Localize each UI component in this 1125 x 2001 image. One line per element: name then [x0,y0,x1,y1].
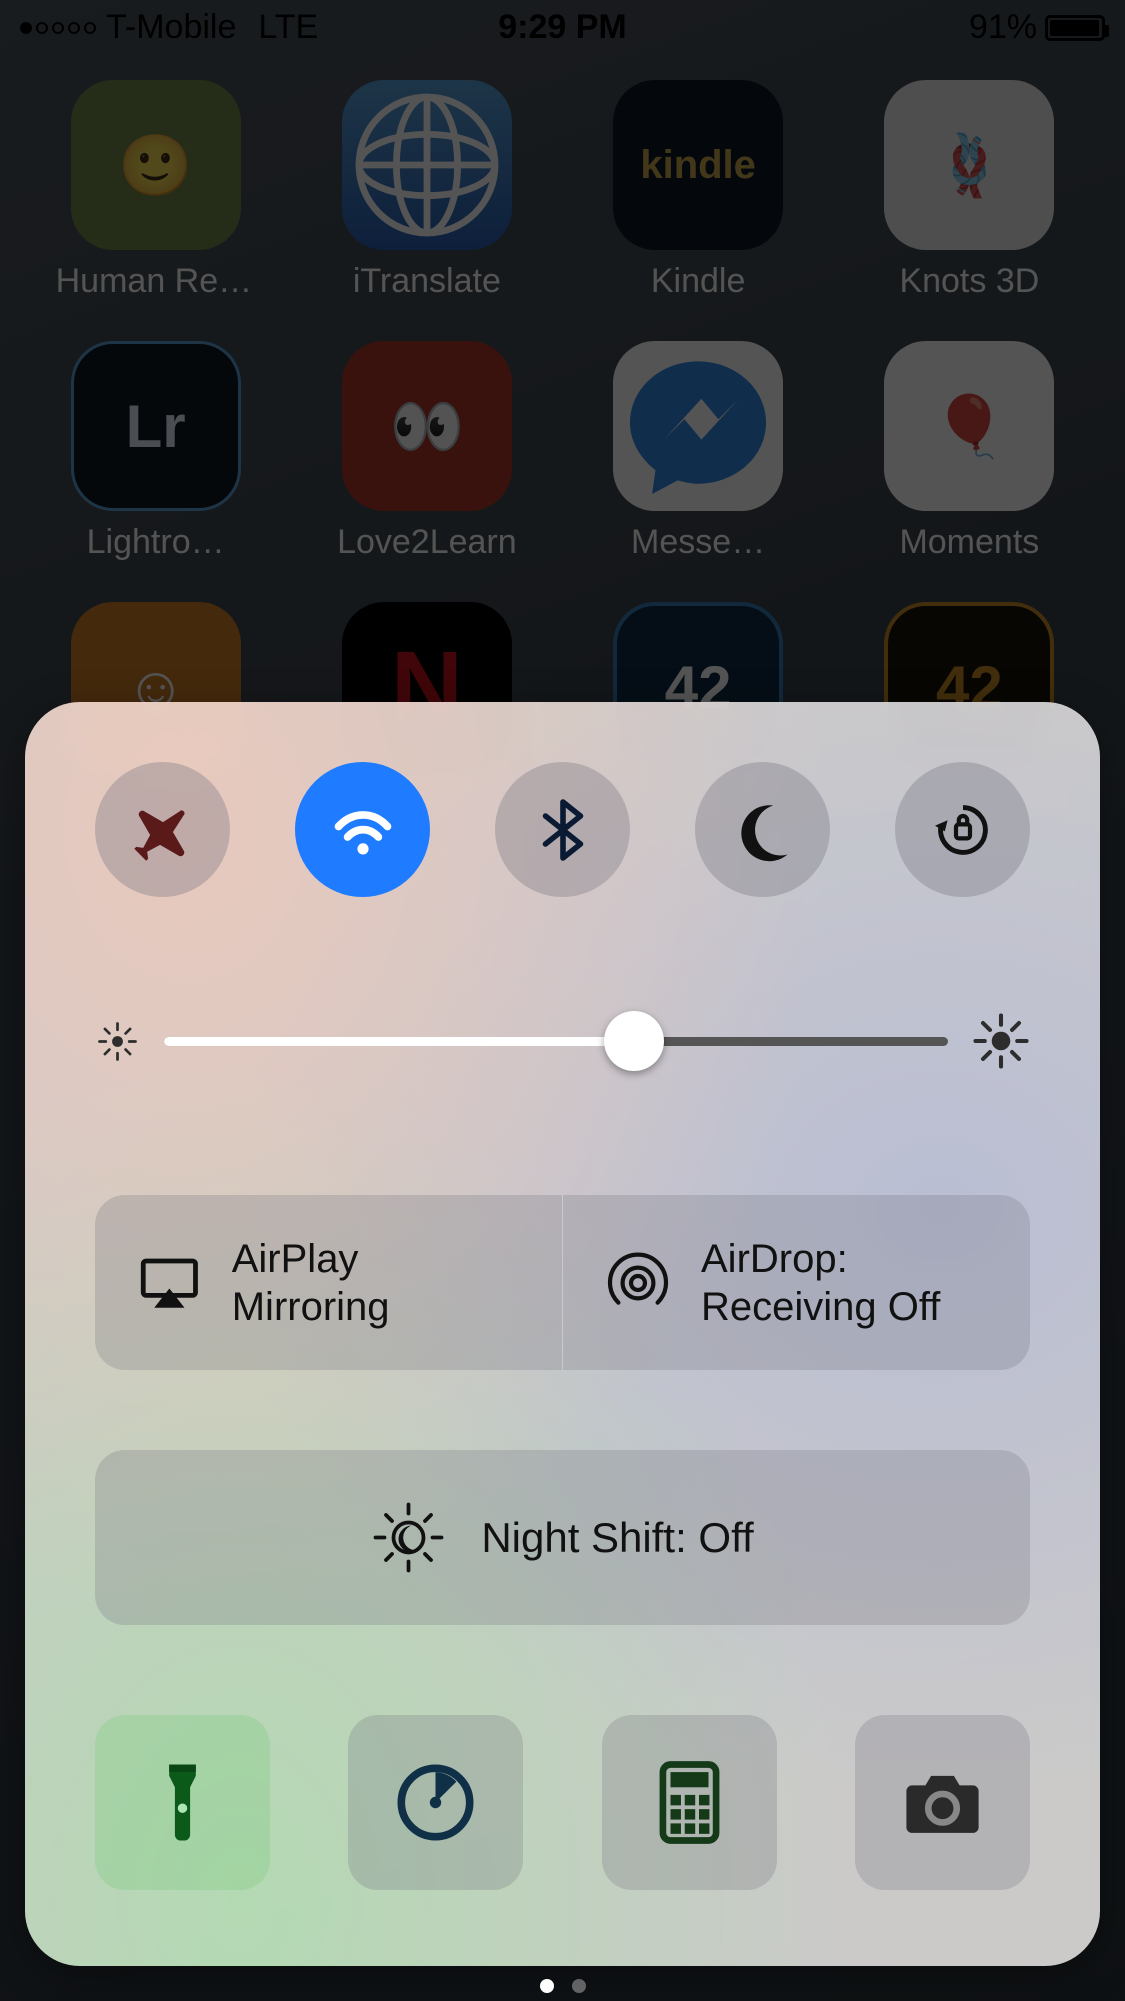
timer-shortcut[interactable] [348,1715,523,1890]
airplane-icon [128,795,198,865]
control-center-panel: AirPlay Mirroring AirDrop: Receiving Off [25,702,1100,1966]
bluetooth-icon [528,795,598,865]
airplay-mirroring-button[interactable]: AirPlay Mirroring [95,1195,562,1370]
rotation-lock-icon [928,795,998,865]
brightness-track[interactable] [164,1037,948,1046]
moon-icon [728,795,798,865]
camera-shortcut[interactable] [855,1715,1030,1890]
shortcut-row [95,1715,1030,1890]
airplane-mode-toggle[interactable] [95,762,230,897]
page-dot-active [540,1979,554,1993]
brightness-thumb[interactable] [604,1011,664,1071]
airdrop-icon [603,1248,673,1318]
orientation-lock-toggle[interactable] [895,762,1030,897]
calc-icon [642,1755,737,1850]
night-shift-label: Night Shift: Off [481,1514,753,1562]
airplay-icon [135,1248,204,1318]
timer-icon [388,1755,483,1850]
toggle-row [95,762,1030,897]
brightness-max-icon [972,1012,1030,1070]
bluetooth-toggle[interactable] [495,762,630,897]
airdrop-button[interactable]: AirDrop: Receiving Off [562,1195,1030,1370]
airplay-label: AirPlay Mirroring [232,1235,522,1331]
flashlight-shortcut[interactable] [95,1715,270,1890]
calculator-shortcut[interactable] [602,1715,777,1890]
brightness-min-icon [95,1019,140,1064]
flashlight-icon [135,1755,230,1850]
do-not-disturb-toggle[interactable] [695,762,830,897]
brightness-slider[interactable] [95,1012,1030,1070]
night-shift-button[interactable]: Night Shift: Off [95,1450,1030,1625]
airdrop-label: AirDrop: Receiving Off [701,1235,940,1331]
wifi-toggle[interactable] [295,762,430,897]
wifi-icon [328,795,398,865]
page-indicator [0,1979,1125,1993]
night-shift-icon [371,1500,446,1575]
brightness-fill [164,1037,634,1046]
airplay-airdrop-row: AirPlay Mirroring AirDrop: Receiving Off [95,1195,1030,1370]
camera-icon [895,1755,990,1850]
page-dot [572,1979,586,1993]
